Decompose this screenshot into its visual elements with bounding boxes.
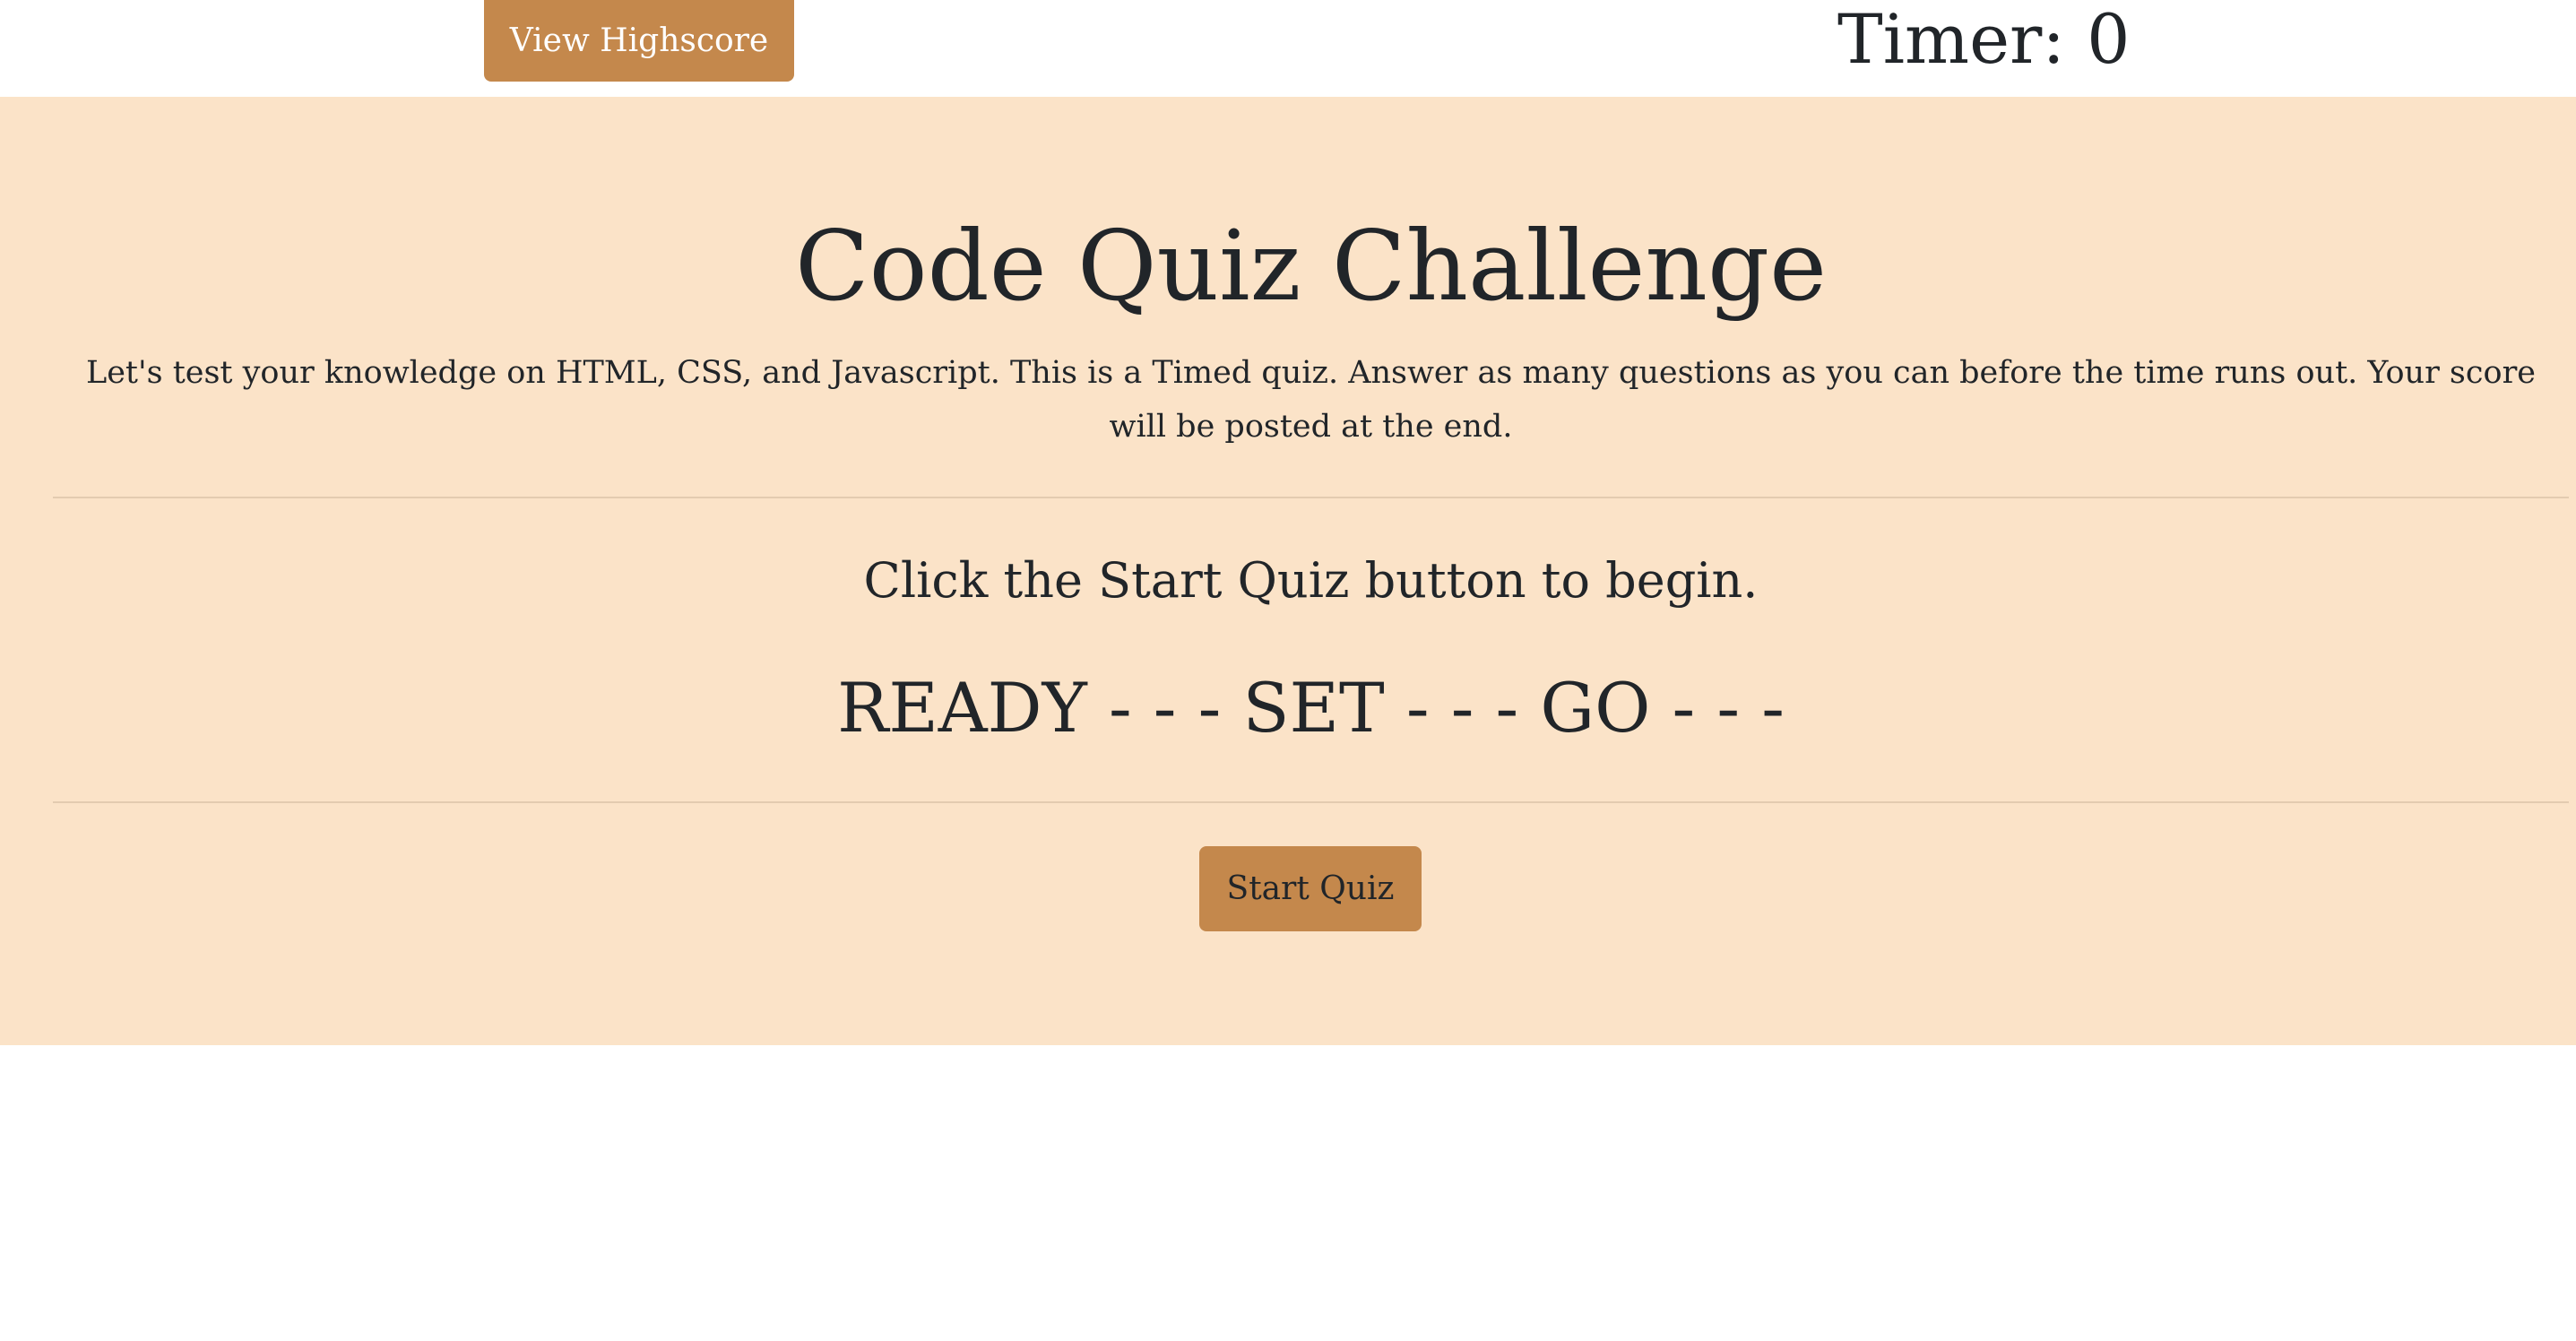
divider <box>53 801 2569 803</box>
start-quiz-button[interactable]: Start Quiz <box>1199 846 1422 931</box>
page-title: Code Quiz Challenge <box>794 211 1828 323</box>
timer-display: Timer: 0 <box>1837 0 2131 79</box>
instruction-text: Click the Start Quiz button to begin. <box>863 552 1759 609</box>
divider <box>53 497 2569 498</box>
view-highscore-button[interactable]: View Highscore <box>484 0 794 82</box>
ready-set-go-text: READY - - - SET - - - GO - - - <box>837 668 1785 748</box>
quiz-intro-panel: Code Quiz Challenge Let's test your know… <box>0 97 2576 1045</box>
intro-text: Let's test your knowledge on HTML, CSS, … <box>85 355 2537 445</box>
